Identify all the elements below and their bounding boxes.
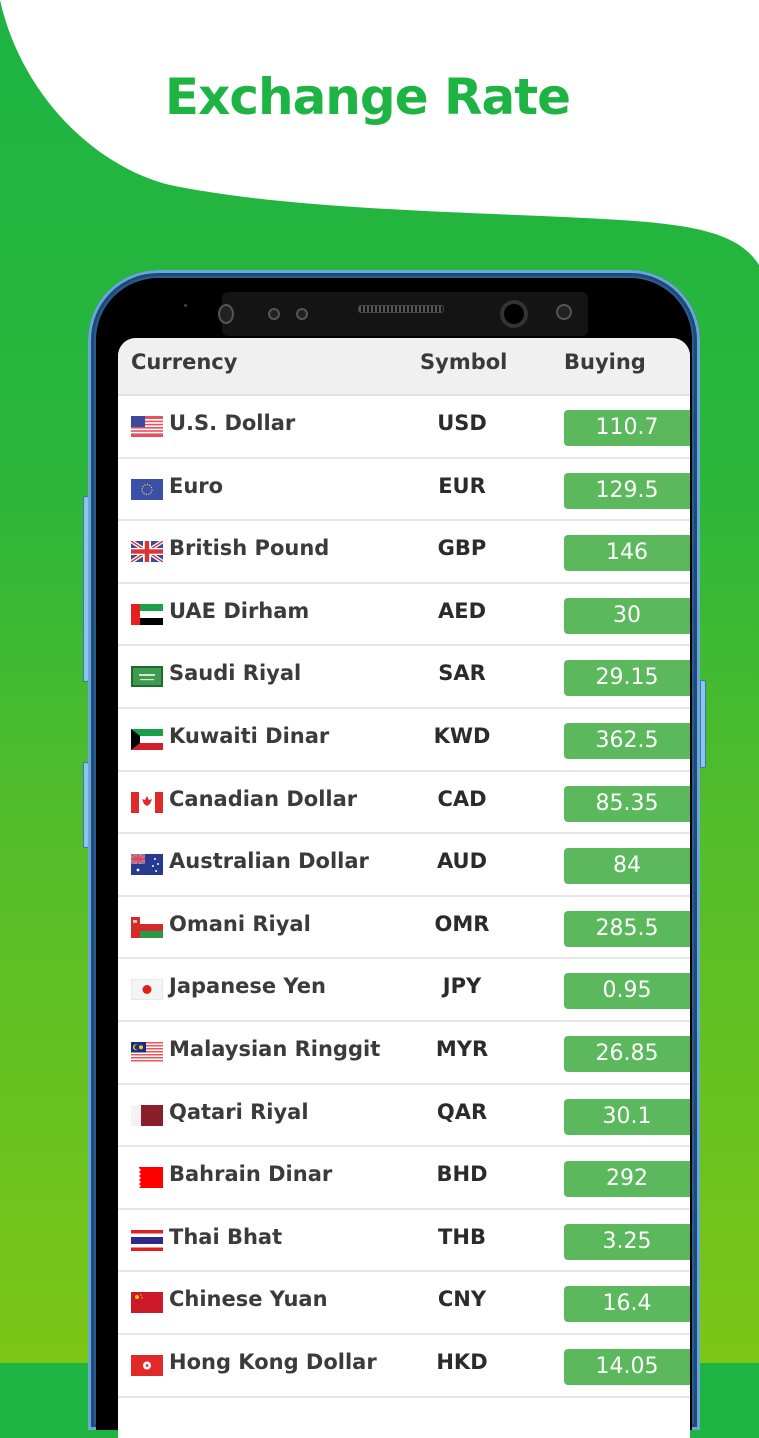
currency-row[interactable]: Chinese Yuan CNY 16.4	[118, 1272, 690, 1335]
buying-rate-badge: 129.5	[564, 472, 690, 509]
buying-rate-badge: 85.35	[564, 785, 690, 822]
thailand-flag-icon	[131, 1229, 163, 1251]
currency-name: Chinese Yuan	[169, 1287, 328, 1312]
currency-row[interactable]: Thai Bhat THB 3.25	[118, 1210, 690, 1273]
currency-symbol: KWD	[433, 723, 491, 748]
column-header-currency[interactable]: Currency	[131, 350, 237, 374]
phone-notch	[218, 292, 588, 336]
malaysia-flag-icon	[131, 1041, 163, 1063]
page-title: Exchange Rate	[164, 68, 571, 126]
uk-flag-icon	[129, 539, 165, 564]
china-flag-icon	[131, 1292, 163, 1314]
currency-name: Thai Bhat	[169, 1224, 283, 1249]
buying-rate-badge: 362.5	[564, 722, 690, 759]
front-sensor-icon	[184, 304, 187, 307]
iris-scanner-icon	[556, 304, 572, 320]
bahrain-flag-icon	[131, 1167, 163, 1189]
currency-symbol: GBP	[437, 536, 487, 561]
buying-rate-badge: 29.15	[564, 660, 690, 697]
app-screen: Currency Symbol Buying U.S. Dollar USD 1…	[118, 338, 690, 1438]
buying-rate-badge: 292	[564, 1161, 690, 1198]
currency-name: Australian Dollar	[169, 849, 369, 874]
currency-symbol: MYR	[435, 1036, 489, 1061]
currency-symbol: CNY	[437, 1287, 487, 1312]
column-header-symbol[interactable]: Symbol	[420, 350, 507, 374]
currency-symbol: CAD	[437, 786, 487, 811]
front-camera-icon	[500, 300, 528, 328]
currency-row[interactable]: Euro EUR 129.5	[118, 459, 690, 522]
buying-rate-badge: 26.85	[564, 1035, 690, 1072]
currency-symbol: EUR	[438, 473, 486, 498]
currency-symbol: HKD	[436, 1349, 488, 1374]
us-flag-icon	[131, 416, 163, 437]
currency-symbol: THB	[438, 1224, 486, 1249]
buying-rate-badge: 16.4	[564, 1286, 690, 1323]
currency-name: UAE Dirham	[169, 598, 310, 623]
currency-symbol: BHD	[436, 1162, 488, 1187]
currency-symbol: QAR	[436, 1099, 488, 1124]
currency-name: Malaysian Ringgit	[169, 1036, 381, 1061]
saudi-flag-icon	[131, 666, 163, 688]
phone-mockup: Currency Symbol Buying U.S. Dollar USD 1…	[88, 270, 700, 1438]
currency-name: British Pound	[169, 536, 330, 561]
currency-name: Canadian Dollar	[169, 786, 358, 811]
hongkong-flag-icon	[131, 1354, 163, 1376]
currency-list: U.S. Dollar USD 110.7 Euro EUR 129.5 Bri…	[118, 396, 690, 1398]
currency-symbol: JPY	[442, 974, 482, 999]
currency-row[interactable]: Canadian Dollar CAD 85.35	[118, 772, 690, 835]
buying-rate-badge: 14.05	[564, 1348, 690, 1385]
currency-row[interactable]: Japanese Yen JPY 0.95	[118, 959, 690, 1022]
currency-row[interactable]: U.S. Dollar USD 110.7	[118, 396, 690, 459]
currency-row[interactable]: British Pound GBP 146	[118, 521, 690, 584]
currency-row[interactable]: Australian Dollar AUD 84	[118, 834, 690, 897]
qatar-flag-icon	[131, 1104, 163, 1126]
currency-symbol: AED	[437, 598, 487, 623]
buying-rate-badge: 3.25	[564, 1223, 690, 1260]
currency-name: Omani Riyal	[169, 911, 311, 936]
phone-bezel: Currency Symbol Buying U.S. Dollar USD 1…	[96, 278, 692, 1438]
canada-flag-icon	[131, 791, 163, 813]
currency-name: U.S. Dollar	[169, 411, 296, 435]
currency-row[interactable]: Hong Kong Dollar HKD 14.05	[118, 1335, 690, 1398]
australia-flag-icon	[130, 853, 163, 876]
currency-row[interactable]: UAE Dirham AED 30	[118, 584, 690, 647]
currency-symbol: OMR	[434, 911, 490, 936]
currency-name: Saudi Riyal	[169, 661, 302, 686]
currency-name: Japanese Yen	[169, 974, 326, 999]
buying-rate-badge: 30.1	[564, 1098, 690, 1135]
currency-row[interactable]: Bahrain Dinar BHD 292	[118, 1147, 690, 1210]
buying-rate-badge: 110.7	[564, 410, 690, 446]
sensor-dot-icon	[268, 308, 280, 320]
buying-rate-badge: 0.95	[564, 973, 690, 1010]
currency-name: Hong Kong Dollar	[169, 1349, 377, 1374]
uae-flag-icon	[131, 603, 163, 625]
earpiece-speaker-icon	[358, 305, 444, 313]
currency-row[interactable]: Kuwaiti Dinar KWD 362.5	[118, 709, 690, 772]
currency-row[interactable]: Omani Riyal OMR 285.5	[118, 897, 690, 960]
kuwait-flag-icon	[131, 728, 163, 750]
currency-symbol: USD	[437, 411, 487, 435]
table-header: Currency Symbol Buying	[118, 338, 690, 396]
japan-flag-icon	[130, 978, 164, 1001]
currency-name: Euro	[169, 473, 224, 498]
oman-flag-icon	[131, 916, 163, 938]
currency-name: Kuwaiti Dinar	[169, 723, 330, 748]
column-header-buying[interactable]: Buying	[564, 350, 646, 374]
currency-symbol: SAR	[438, 661, 486, 686]
buying-rate-badge: 84	[564, 848, 690, 885]
eu-flag-icon	[131, 478, 163, 500]
header-background-shape	[0, 0, 759, 265]
buying-rate-badge: 285.5	[564, 910, 690, 947]
currency-symbol: AUD	[436, 849, 488, 874]
power-button	[700, 680, 706, 768]
buying-rate-badge: 146	[564, 535, 690, 572]
currency-row[interactable]: Malaysian Ringgit MYR 26.85	[118, 1022, 690, 1085]
proximity-sensor-icon	[218, 304, 234, 324]
buying-rate-badge: 30	[564, 597, 690, 634]
currency-row[interactable]: Qatari Riyal QAR 30.1	[118, 1085, 690, 1148]
currency-name: Qatari Riyal	[169, 1099, 309, 1124]
currency-row[interactable]: Saudi Riyal SAR 29.15	[118, 646, 690, 709]
sensor-dot-icon	[296, 308, 308, 320]
currency-name: Bahrain Dinar	[169, 1162, 333, 1187]
